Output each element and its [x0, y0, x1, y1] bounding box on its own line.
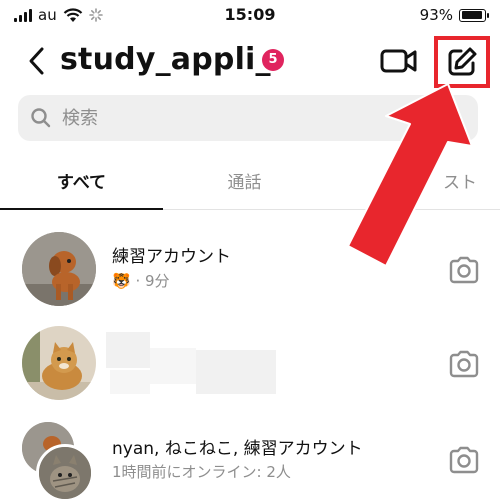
tab-all[interactable]: すべて: [0, 168, 163, 193]
battery-percent: 93%: [419, 6, 453, 24]
camera-icon[interactable]: [448, 350, 480, 378]
camera-icon[interactable]: [448, 446, 480, 474]
status-right: 93%: [419, 6, 489, 24]
conversation-subtitle: 1時間前にオンライン: 2人: [112, 463, 291, 481]
conversation-row[interactable]: [0, 318, 500, 408]
avatar[interactable]: [22, 326, 96, 400]
conversation-subtitle: 🐯 · 9分: [112, 270, 170, 291]
dog-photo: [22, 232, 96, 306]
conversation-time: · 9分: [135, 272, 170, 290]
chevron-left-icon[interactable]: [24, 46, 50, 76]
conversation-name: nyan, ねこねこ, 練習アカウント: [112, 439, 363, 459]
page-title[interactable]: study_appli_: [60, 42, 271, 77]
compose-icon: [448, 47, 477, 76]
unread-badge: 5: [262, 49, 284, 71]
video-camera-icon[interactable]: [380, 46, 418, 76]
tab-calls[interactable]: 通話: [163, 168, 326, 193]
cat-photo: [22, 326, 96, 400]
active-tab-indicator: [0, 208, 163, 210]
search-icon: [31, 108, 51, 128]
conversation-row[interactable]: nyan, ねこねこ, 練習アカウント 1時間前にオンライン: 2人: [0, 414, 500, 504]
redacted-name: [150, 348, 196, 384]
group-avatar[interactable]: [22, 422, 102, 504]
battery-fill: [461, 11, 482, 19]
emoji-tiger: 🐯: [112, 272, 131, 290]
cat-photo: [39, 447, 91, 499]
redacted-name: [196, 350, 276, 394]
annotation-arrow: [347, 83, 473, 267]
redacted-subtitle: [110, 370, 150, 394]
avatar: [36, 444, 94, 502]
status-bar: au 15:09 93%: [0, 0, 500, 32]
battery-icon: [459, 8, 489, 22]
redacted-name: [106, 332, 150, 368]
thread-header: study_appli_ 5: [0, 36, 500, 88]
avatar[interactable]: [22, 232, 96, 306]
conversation-name: 練習アカウント: [112, 247, 231, 267]
